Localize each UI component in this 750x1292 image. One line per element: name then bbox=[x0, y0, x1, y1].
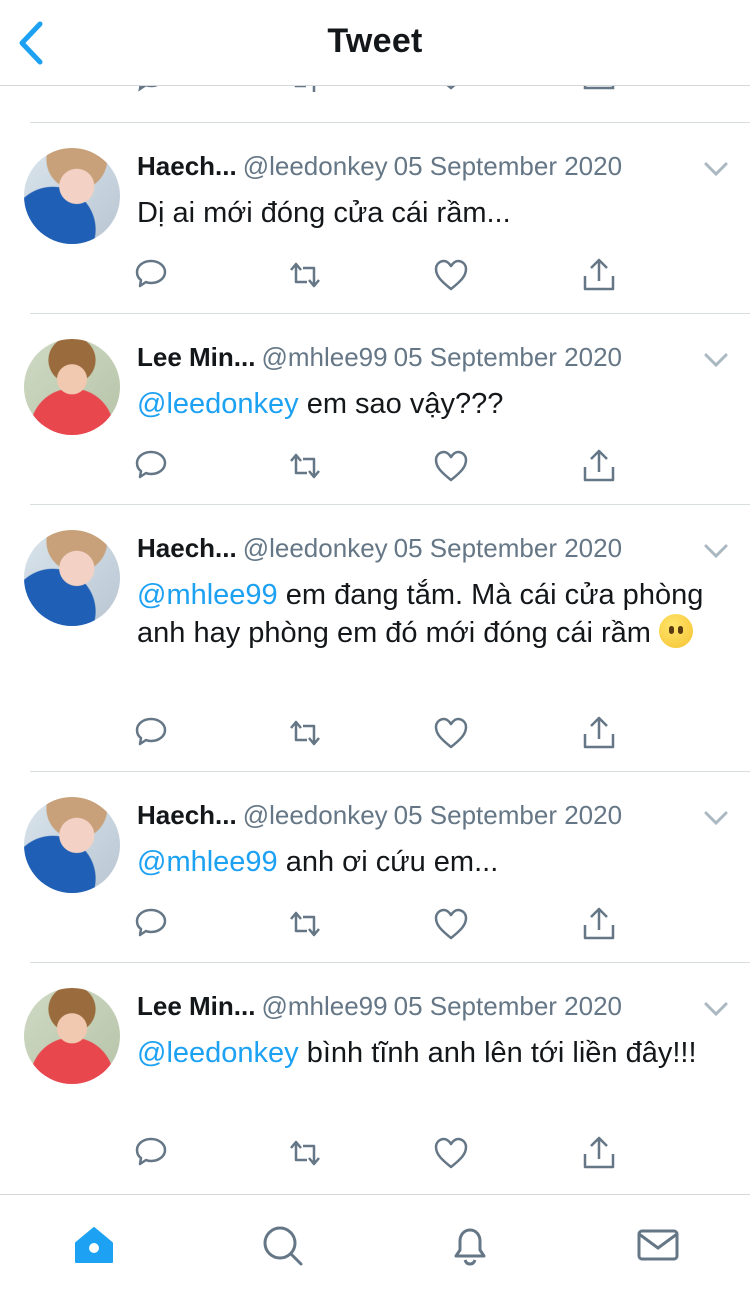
face-without-mouth-emoji bbox=[659, 614, 693, 648]
display-name[interactable]: Lee Min... bbox=[137, 342, 255, 372]
tweet-body: anh ơi cứu em... bbox=[277, 846, 499, 878]
top-bar: Tweet bbox=[0, 0, 750, 86]
tweet-meta: Haech... @leedonkey 05 September 2020 bbox=[137, 797, 730, 833]
tweet-meta: Haech... @leedonkey 05 September 2020 bbox=[137, 148, 730, 184]
chevron-down-icon[interactable] bbox=[702, 803, 730, 827]
share-icon[interactable] bbox=[582, 907, 616, 941]
tweet-actions bbox=[0, 907, 750, 947]
share-icon[interactable] bbox=[582, 1136, 616, 1170]
divider bbox=[30, 962, 750, 963]
tweet-actions bbox=[0, 1136, 750, 1176]
tweet-meta: Lee Min... @mhlee99 05 September 2020 bbox=[137, 988, 730, 1024]
tweet-date: 05 September 2020 bbox=[393, 800, 623, 830]
tweet-text: @leedonkey em sao vậy??? bbox=[137, 385, 720, 423]
avatar[interactable] bbox=[24, 148, 120, 244]
retweet-icon[interactable] bbox=[288, 1136, 322, 1170]
divider bbox=[30, 313, 750, 314]
search-icon[interactable] bbox=[260, 1223, 304, 1267]
chevron-down-icon[interactable] bbox=[702, 536, 730, 560]
home-icon[interactable] bbox=[72, 1223, 116, 1267]
tweet-meta: Lee Min... @mhlee99 05 September 2020 bbox=[137, 339, 730, 375]
tweet-body: bình tĩnh anh lên tới liền đây!!! bbox=[298, 1037, 697, 1069]
chevron-down-icon[interactable] bbox=[702, 994, 730, 1018]
mention-link[interactable]: @mhlee99 bbox=[137, 579, 278, 611]
user-handle[interactable]: @leedonkey bbox=[243, 533, 388, 563]
reply-icon[interactable] bbox=[134, 1136, 168, 1170]
user-handle[interactable]: @leedonkey bbox=[243, 800, 388, 830]
tweet-text: @mhlee99 em đang tắm. Mà cái cửa phòng a… bbox=[137, 576, 720, 652]
tweet-body: Dị ai mới đóng cửa cái rầm... bbox=[137, 197, 511, 229]
divider bbox=[30, 504, 750, 505]
reply-icon[interactable] bbox=[134, 907, 168, 941]
tweet-date: 05 September 2020 bbox=[393, 991, 622, 1021]
display-name[interactable]: Haech... bbox=[137, 800, 237, 830]
like-icon[interactable] bbox=[434, 907, 468, 941]
tweet-text: Dị ai mới đóng cửa cái rầm... bbox=[137, 194, 720, 232]
share-icon[interactable] bbox=[582, 716, 616, 750]
display-name[interactable]: Haech... bbox=[137, 151, 237, 181]
tweet-text: @leedonkey bình tĩnh anh lên tới liền đâ… bbox=[137, 1034, 720, 1072]
tweet-date: 05 September 2020 bbox=[393, 151, 623, 181]
user-handle[interactable]: @mhlee99 bbox=[261, 991, 387, 1021]
like-icon[interactable] bbox=[434, 1136, 468, 1170]
like-icon[interactable] bbox=[434, 449, 468, 483]
tweet-body: em sao vậy??? bbox=[298, 388, 504, 420]
chevron-down-icon[interactable] bbox=[702, 154, 730, 178]
retweet-icon[interactable] bbox=[288, 716, 322, 750]
mention-link[interactable]: @leedonkey bbox=[137, 388, 299, 420]
retweet-icon[interactable] bbox=[288, 258, 322, 292]
mention-link[interactable]: @mhlee99 bbox=[137, 846, 278, 878]
like-icon[interactable] bbox=[434, 258, 468, 292]
mail-icon[interactable] bbox=[636, 1223, 680, 1267]
avatar[interactable] bbox=[24, 797, 120, 893]
retweet-icon[interactable] bbox=[288, 449, 322, 483]
retweet-icon[interactable] bbox=[288, 907, 322, 941]
tweet-actions bbox=[0, 258, 750, 298]
tweet-date: 05 September 2020 bbox=[393, 342, 622, 372]
tweet-actions bbox=[0, 716, 750, 756]
reply-icon[interactable] bbox=[134, 449, 168, 483]
share-icon[interactable] bbox=[582, 449, 616, 483]
divider bbox=[30, 771, 750, 772]
chevron-down-icon[interactable] bbox=[702, 345, 730, 369]
bottom-tab-bar bbox=[0, 1194, 750, 1292]
avatar[interactable] bbox=[24, 988, 120, 1084]
reply-icon[interactable] bbox=[134, 716, 168, 750]
like-icon[interactable] bbox=[434, 716, 468, 750]
display-name[interactable]: Haech... bbox=[137, 533, 237, 563]
tweet-date: 05 September 2020 bbox=[393, 533, 623, 563]
divider bbox=[30, 122, 750, 123]
avatar[interactable] bbox=[24, 530, 120, 626]
avatar[interactable] bbox=[24, 339, 120, 435]
share-icon[interactable] bbox=[582, 258, 616, 292]
user-handle[interactable]: @mhlee99 bbox=[261, 342, 387, 372]
reply-icon[interactable] bbox=[134, 258, 168, 292]
page-title: Tweet bbox=[327, 22, 423, 60]
tweet-meta: Haech... @leedonkey 05 September 2020 bbox=[137, 530, 730, 566]
display-name[interactable]: Lee Min... bbox=[137, 991, 255, 1021]
tweet-text: @mhlee99 anh ơi cứu em... bbox=[137, 843, 720, 881]
bell-icon[interactable] bbox=[448, 1223, 492, 1267]
user-handle[interactable]: @leedonkey bbox=[243, 151, 388, 181]
tweet-actions bbox=[0, 449, 750, 489]
mention-link[interactable]: @leedonkey bbox=[137, 1037, 299, 1069]
